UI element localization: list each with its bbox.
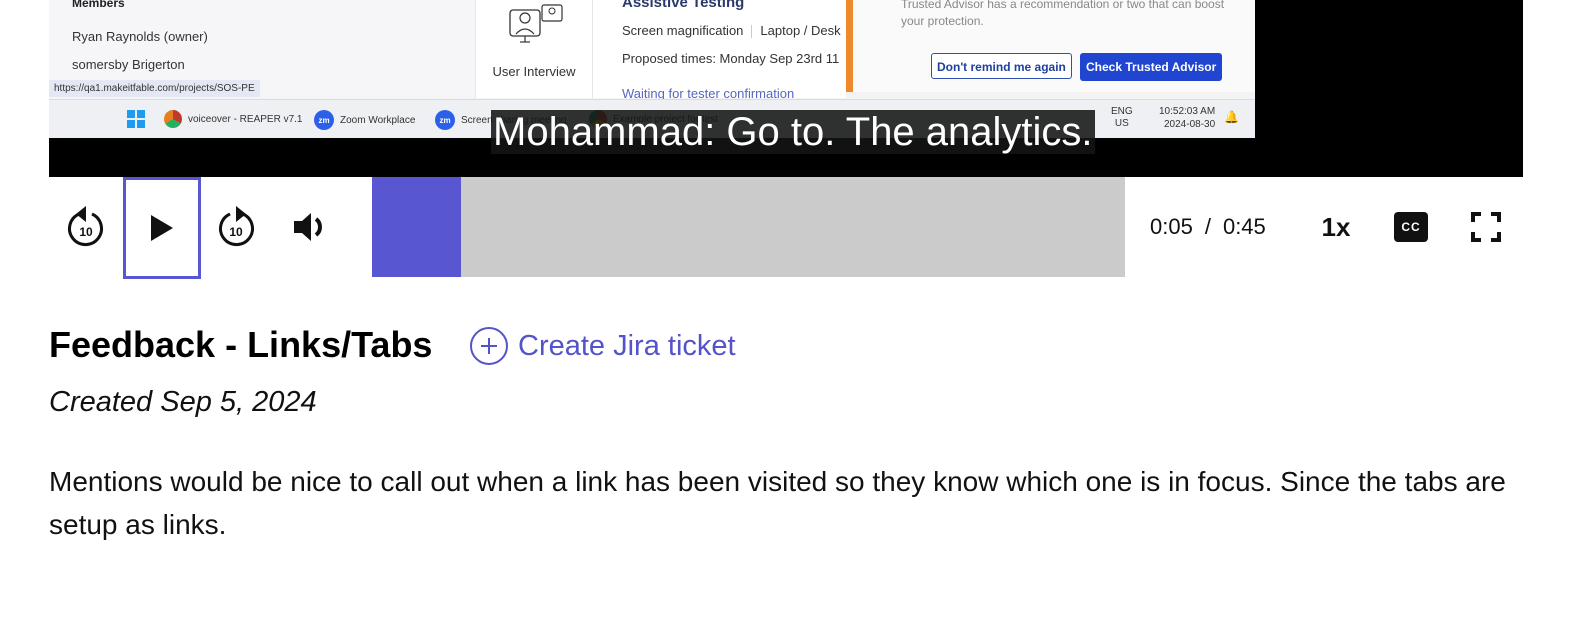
- language-indicator: ENG US: [1111, 106, 1133, 130]
- assistive-tech: Screen magnification: [622, 23, 744, 38]
- feedback-title: Feedback - Links/Tabs: [49, 324, 433, 365]
- time-display: 0:05 / 0:45: [1150, 177, 1266, 277]
- zoom-icon: zm: [435, 110, 455, 130]
- volume-icon: [294, 213, 322, 241]
- zoom-icon: zm: [314, 110, 334, 130]
- divider: [592, 0, 593, 98]
- lang-primary: ENG: [1111, 106, 1133, 117]
- rewind-10-icon: 10: [68, 206, 103, 247]
- plus-circle-icon: [470, 327, 508, 365]
- fullscreen-button[interactable]: [1464, 177, 1508, 277]
- rewind-10-button[interactable]: 10: [61, 177, 111, 277]
- lang-secondary: US: [1114, 118, 1129, 129]
- cc-icon: CC: [1394, 212, 1428, 242]
- url-tooltip: https://qa1.makeitfable.com/projects/SOS…: [49, 80, 260, 97]
- clock-date: 2024-08-30: [1164, 119, 1216, 130]
- duration: 0:45: [1222, 214, 1266, 239]
- advisor-text: Trusted Advisor has a recommendation or …: [901, 0, 1225, 28]
- interview-card: User Interview Assistive Testing Screen …: [475, 0, 846, 101]
- svg-text:10: 10: [79, 225, 93, 239]
- create-jira-ticket-button[interactable]: Create Jira ticket: [470, 324, 736, 368]
- notification-icon: 🔔: [1224, 110, 1239, 124]
- playback-speed-button[interactable]: 1x: [1309, 177, 1363, 277]
- forward-10-icon: 10: [219, 206, 254, 247]
- dont-remind-button: Don't remind me again: [931, 53, 1072, 79]
- feedback-description: Mentions would be nice to call out when …: [49, 466, 1506, 540]
- system-clock: 10:52:03 AM 2024-08-30: [1159, 105, 1215, 131]
- separator: [751, 25, 753, 39]
- member-item: somersby Brigerton: [72, 57, 185, 72]
- created-date: Created Sep 5, 2024: [49, 386, 317, 418]
- taskbar-item: zm Zoom Workplace: [314, 110, 415, 130]
- time-separator: /: [1204, 214, 1211, 239]
- windows-icon: [127, 110, 145, 128]
- start-button: [127, 110, 145, 128]
- device: Laptop / Desk: [760, 23, 841, 38]
- progress-bar[interactable]: [372, 177, 1125, 277]
- user-interview-icon: [509, 4, 563, 43]
- taskbar-item-label: voiceover - REAPER v7.1: [188, 113, 303, 125]
- svg-text:10: 10: [229, 225, 243, 239]
- check-advisor-button: Check Trusted Advisor: [1080, 53, 1223, 81]
- play-icon: [151, 215, 173, 241]
- interview-label: User Interview: [492, 64, 576, 79]
- video-controls: 10 10 0:05 / 0:45 1x CC: [49, 177, 1523, 279]
- assistive-title: Assistive Testing: [622, 0, 745, 11]
- progress-fill: [372, 177, 461, 277]
- current-time: 0:05: [1150, 214, 1193, 239]
- fullscreen-icon: [1471, 212, 1501, 242]
- members-title: Members: [72, 0, 125, 10]
- volume-button[interactable]: [285, 177, 335, 277]
- create-jira-label: Create Jira ticket: [518, 329, 736, 362]
- member-item: Ryan Raynolds (owner): [72, 29, 208, 44]
- forward-10-button[interactable]: 10: [211, 177, 261, 277]
- reaper-icon: [164, 110, 182, 128]
- taskbar-item-label: Zoom Workplace: [340, 114, 416, 126]
- taskbar-item: voiceover - REAPER v7.1: [164, 110, 303, 128]
- members-panel: Members Ryan Raynolds (owner) somersby B…: [49, 0, 475, 98]
- trusted-advisor-popup: Trusted Advisor has a recommendation or …: [846, 0, 1255, 92]
- play-button[interactable]: [123, 177, 201, 279]
- video-player[interactable]: Members Ryan Raynolds (owner) somersby B…: [49, 0, 1523, 177]
- advisor-accent-bar: [846, 0, 853, 92]
- caption-text: Mohammad: Go to. The analytics.: [491, 110, 1095, 154]
- clock-time: 10:52:03 AM: [1159, 106, 1216, 117]
- proposed-times: Proposed times: Monday Sep 23rd 11: [622, 51, 840, 66]
- captions-button[interactable]: CC: [1389, 177, 1433, 277]
- assistive-details: Screen magnification Laptop / Desk: [622, 23, 841, 39]
